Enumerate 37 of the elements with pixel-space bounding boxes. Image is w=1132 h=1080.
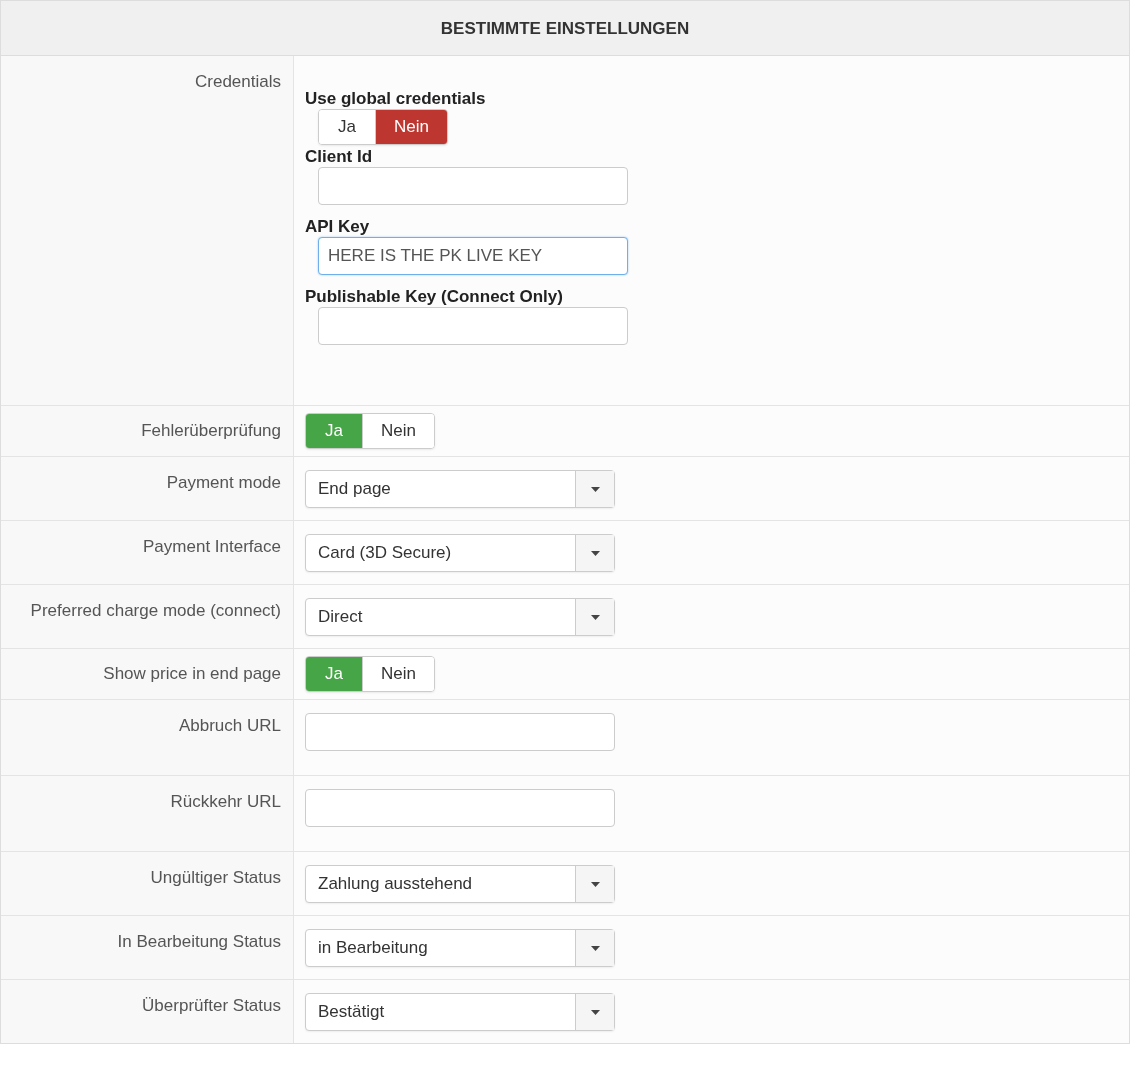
dropdown[interactable]: Card (3D Secure): [305, 534, 615, 572]
section-header: BESTIMMTE EINSTELLUNGEN: [1, 1, 1129, 56]
field-label: Überprüfter Status: [142, 996, 281, 1015]
caret-icon: [590, 550, 600, 556]
field-label: Use global credentials: [305, 89, 487, 109]
caret-icon: [590, 1009, 600, 1015]
field-label: Credentials: [195, 72, 281, 91]
toggle-option[interactable]: Nein: [362, 414, 434, 448]
dropdown[interactable]: Zahlung ausstehend: [305, 865, 615, 903]
field-label: Fehlerüberprüfung: [141, 421, 281, 440]
field-label: Show price in end page: [103, 664, 281, 683]
text-field[interactable]: [305, 713, 615, 751]
caret-icon: [590, 486, 600, 492]
dropdown[interactable]: in Bearbeitung: [305, 929, 615, 967]
text-field[interactable]: [305, 789, 615, 827]
field-label: Preferred charge mode (connect): [30, 601, 281, 620]
caret-icon: [590, 945, 600, 951]
field-label: Rückkehr URL: [170, 792, 281, 811]
dropdown[interactable]: Direct: [305, 598, 615, 636]
caret-icon: [590, 881, 600, 887]
dropdown[interactable]: End page: [305, 470, 615, 508]
field-label: In Bearbeitung Status: [117, 932, 281, 951]
field-label: Ungültiger Status: [150, 868, 281, 887]
text-field[interactable]: [318, 167, 628, 205]
text-field[interactable]: HERE IS THE PK LIVE KEY: [318, 237, 628, 275]
field-label: Payment mode: [166, 473, 281, 492]
toggle-option[interactable]: Nein: [375, 110, 447, 144]
field-label: Payment Interface: [143, 537, 281, 556]
toggle-option[interactable]: Nein: [362, 657, 434, 691]
field-label: Abbruch URL: [178, 716, 281, 735]
field-label: API Key: [305, 217, 371, 237]
field-label: Client Id: [305, 147, 374, 167]
dropdown[interactable]: Bestätigt: [305, 993, 615, 1031]
toggle-option[interactable]: Ja: [319, 110, 375, 144]
field-label: Publishable Key (Connect Only): [305, 287, 564, 307]
text-field[interactable]: [318, 307, 628, 345]
caret-icon: [590, 614, 600, 620]
